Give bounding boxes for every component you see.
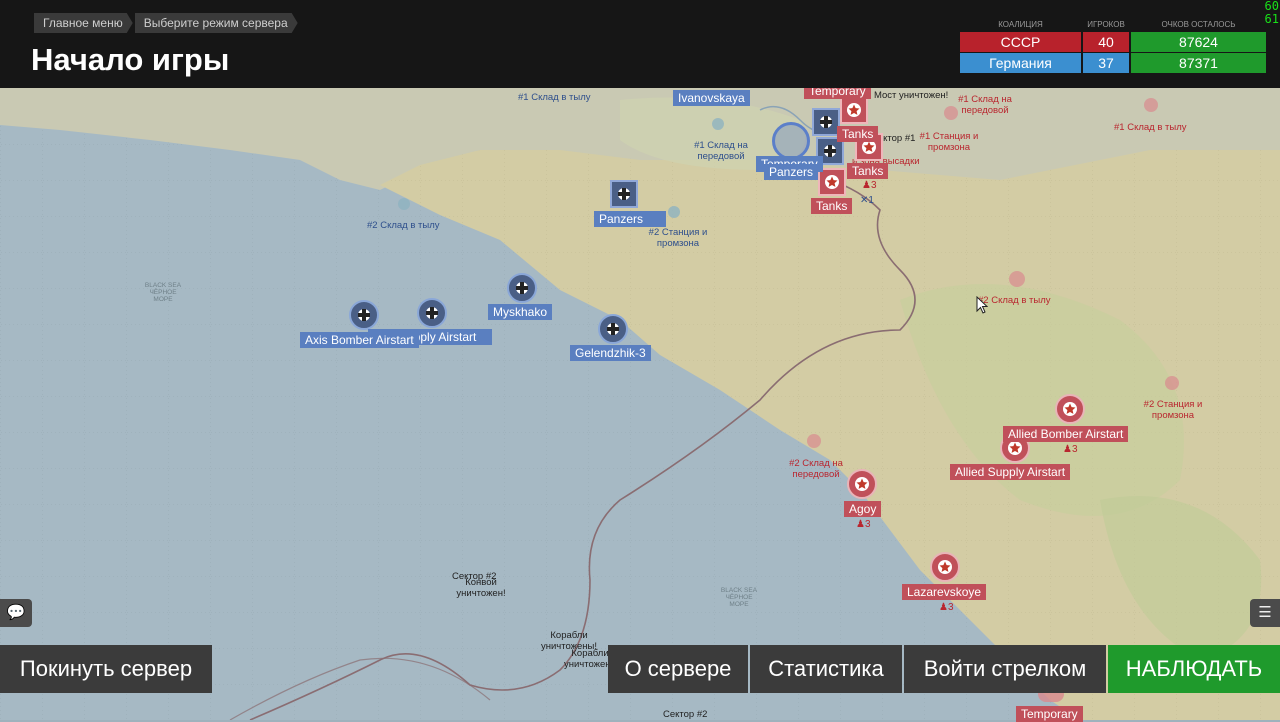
objective-text: #2 Станция и промзона xyxy=(1143,399,1203,421)
unit-count: ♟3 xyxy=(939,602,954,613)
breadcrumb: Главное меню Выберите режим сервера xyxy=(34,13,300,33)
unit-count: ✕1 xyxy=(860,195,874,206)
map-label-allied[interactable]: Allied Supply Airstart xyxy=(950,464,1071,480)
balkenkreuz-icon[interactable] xyxy=(812,108,840,136)
objective-text: #1 Склад на передовой xyxy=(694,140,748,162)
about-server-button[interactable]: О сервере xyxy=(608,645,748,693)
list-button[interactable]: ☰ xyxy=(1250,599,1280,627)
statistics-button[interactable]: Статистика xyxy=(750,645,902,693)
sea-name: BLACK SEA ЧЁРНОЕ МОРЕ xyxy=(144,282,182,303)
scoreboard-row-germany: Германия 37 87371 xyxy=(960,53,1268,73)
balkenkreuz-icon[interactable] xyxy=(610,180,638,208)
objective-text: #1 Станция и промзона xyxy=(919,131,979,153)
map-label-allied[interactable]: Lazarevskoye xyxy=(902,584,987,600)
unit-count: ♟3 xyxy=(862,180,877,191)
players-count: 40 xyxy=(1083,32,1129,52)
objective-marker-icon[interactable] xyxy=(398,198,410,210)
map-label-allied[interactable]: Tanks xyxy=(811,198,853,214)
objective-marker-icon[interactable] xyxy=(712,118,724,130)
points-left: 87371 xyxy=(1131,53,1266,73)
map-label-axis[interactable]: Axis Bomber Airstart xyxy=(300,332,419,348)
objective-text: Конвой уничтожен! xyxy=(456,577,506,599)
map-label-axis[interactable]: Panzers xyxy=(594,211,666,227)
balkenkreuz-icon[interactable] xyxy=(417,298,447,328)
page-title: Начало игры xyxy=(31,42,230,77)
objective-marker-icon[interactable] xyxy=(944,106,958,120)
map-label-allied[interactable]: Allied Bomber Airstart xyxy=(1003,426,1129,442)
coalition-name: СССР xyxy=(960,32,1081,52)
scoreboard-row-ussr: СССР 40 87624 xyxy=(960,32,1268,52)
objective-text: #2 Склад в тылу xyxy=(978,295,1051,306)
objective-text: #2 Станция и промзона xyxy=(648,227,708,249)
scoreboard-header: КОАЛИЦИЯ ИГРОКОВ ОЧКОВ ОСТАЛОСЬ xyxy=(960,18,1268,32)
coalition-name: Германия xyxy=(960,53,1081,73)
objective-marker-icon[interactable] xyxy=(1165,376,1179,390)
map-label-axis[interactable]: Myskhako xyxy=(488,304,553,320)
balkenkreuz-icon[interactable] xyxy=(507,273,537,303)
players-count: 37 xyxy=(1083,53,1129,73)
breadcrumb-main-menu[interactable]: Главное меню xyxy=(34,13,133,33)
objective-text: Сектор #2 xyxy=(663,709,708,720)
header-points: ОЧКОВ ОСТАЛОСЬ xyxy=(1161,20,1236,29)
red-star-icon[interactable] xyxy=(930,552,960,582)
objective-text: #2 Склад в тылу xyxy=(367,220,440,231)
objective-text: #1 Склад в тылу xyxy=(1114,122,1187,133)
fps-counter: 60 61 xyxy=(1265,0,1279,26)
objective-marker-icon[interactable] xyxy=(1009,271,1025,287)
unit-count: ♟3 xyxy=(856,519,871,530)
header-bar: Главное меню Выберите режим сервера Нача… xyxy=(0,0,1280,88)
list-icon: ☰ xyxy=(1258,604,1272,621)
scoreboard: КОАЛИЦИЯ ИГРОКОВ ОЧКОВ ОСТАЛОСЬ СССР 40 … xyxy=(960,18,1268,74)
join-as-gunner-button[interactable]: Войти стрелком xyxy=(904,645,1106,693)
red-star-icon[interactable] xyxy=(840,96,868,124)
leave-server-button[interactable]: Покинуть сервер xyxy=(0,645,212,693)
red-star-icon[interactable] xyxy=(1055,394,1085,424)
chat-button[interactable]: 💬 xyxy=(0,599,32,627)
map-label-axis[interactable]: Gelendzhik-3 xyxy=(570,345,651,361)
red-star-icon[interactable] xyxy=(818,168,846,196)
header-coalition: КОАЛИЦИЯ xyxy=(998,20,1043,29)
header-players: ИГРОКОВ xyxy=(1087,20,1125,29)
map-label-allied[interactable]: Tanks xyxy=(847,163,889,179)
map-label-allied[interactable]: Agoy xyxy=(844,501,882,517)
objective-text: #2 Склад на передовой xyxy=(789,458,843,480)
mouse-cursor-icon xyxy=(976,296,988,314)
sea-name: BLACK SEA ЧЁРНОЕ МОРЕ xyxy=(720,587,758,608)
objective-marker-icon[interactable] xyxy=(668,206,680,218)
red-star-icon[interactable] xyxy=(847,469,877,499)
balkenkreuz-icon[interactable] xyxy=(349,300,379,330)
points-left: 87624 xyxy=(1131,32,1266,52)
map-label-axis[interactable]: Ivanovskaya xyxy=(673,90,750,106)
objective-text: #1 Склад на передовой xyxy=(958,94,1012,116)
map-label-allied[interactable]: Tanks xyxy=(837,126,879,142)
objective-text: #1 Склад в тылу xyxy=(518,92,591,103)
unit-count: ♟3 xyxy=(1063,444,1078,455)
objective-text: Мост уничтожен! xyxy=(874,90,949,101)
objective-marker-icon[interactable] xyxy=(807,434,821,448)
objective-marker-icon[interactable] xyxy=(1144,98,1158,112)
chat-icon: 💬 xyxy=(6,604,26,621)
fps-value: 61 xyxy=(1264,12,1279,26)
breadcrumb-server-mode[interactable]: Выберите режим сервера xyxy=(135,13,298,33)
map-label-axis[interactable]: Panzers xyxy=(764,164,819,180)
spectate-button[interactable]: НАБЛЮДАТЬ xyxy=(1108,645,1280,693)
balkenkreuz-icon[interactable] xyxy=(598,314,628,344)
capture-ring-icon[interactable] xyxy=(772,122,810,160)
